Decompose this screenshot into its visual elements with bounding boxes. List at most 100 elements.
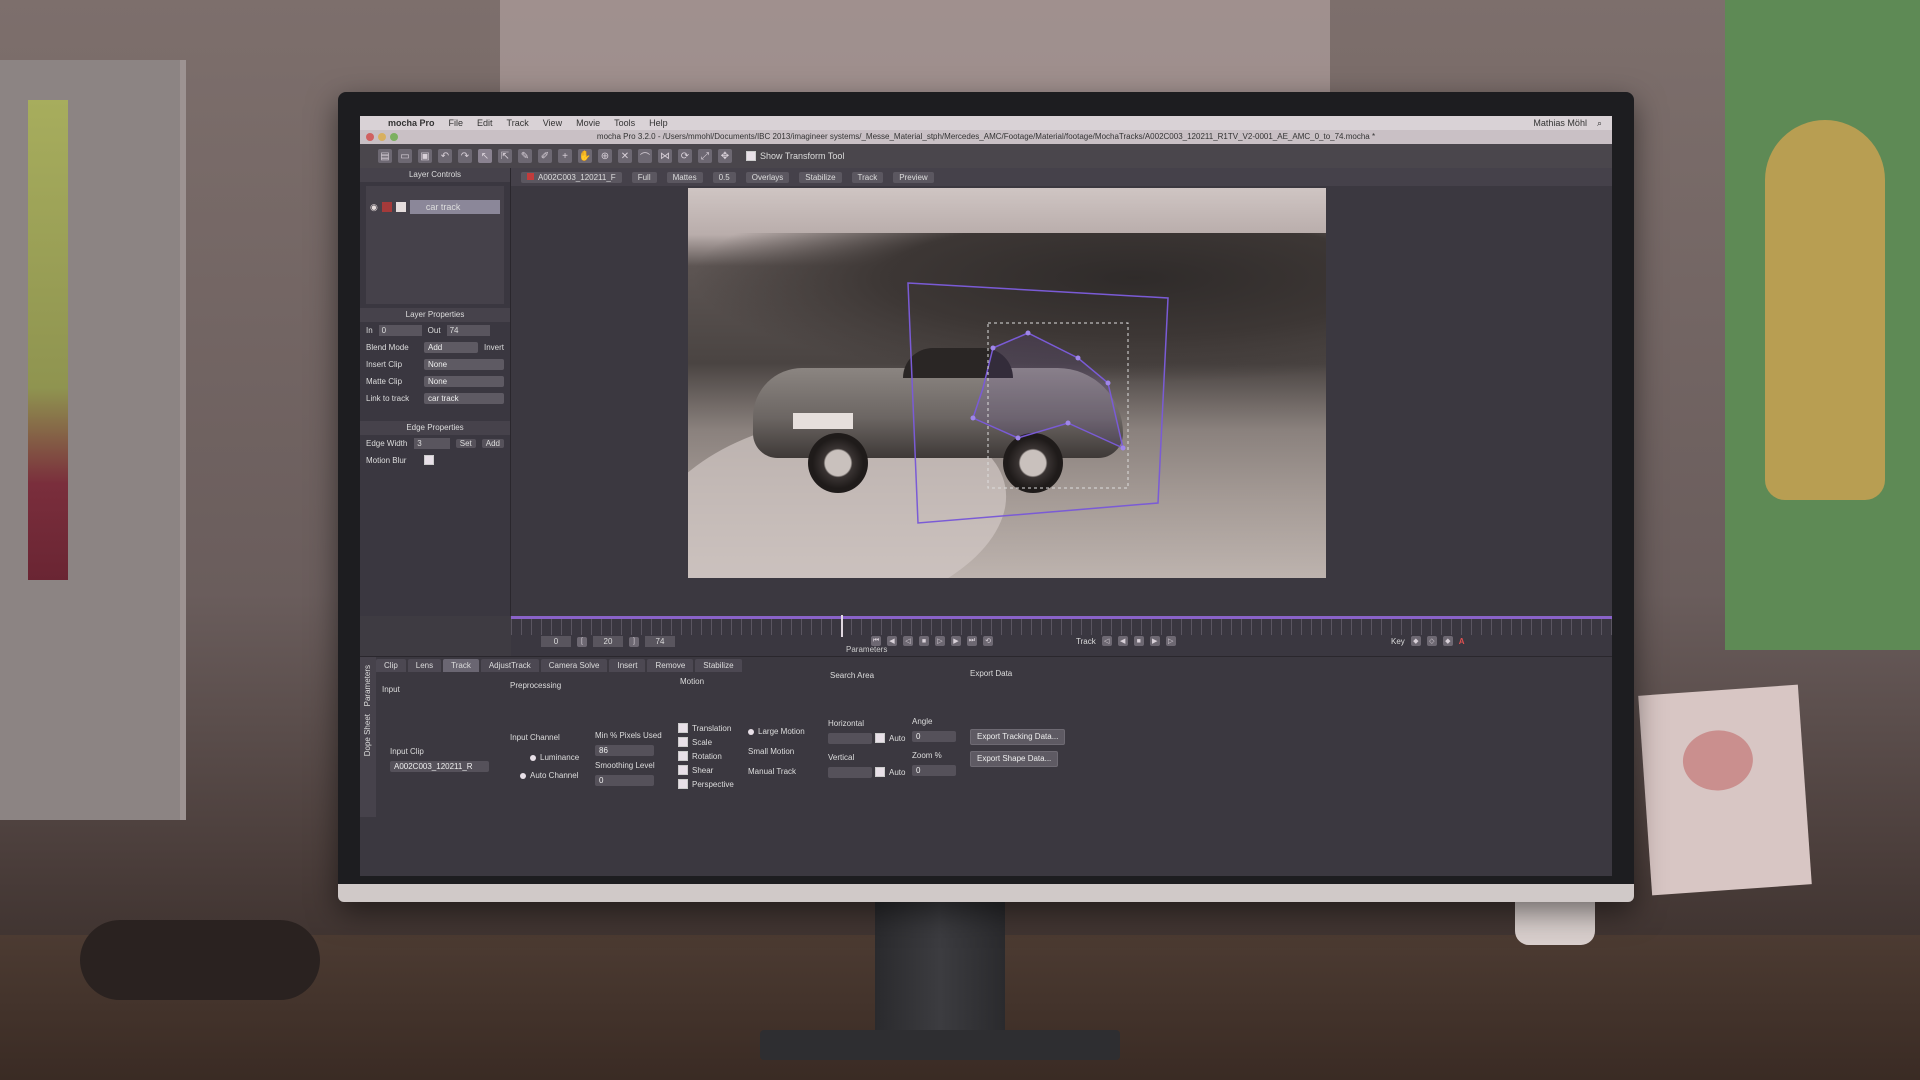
zoom-tool-icon[interactable]: ⊕ (598, 149, 612, 163)
track-spline-shape[interactable] (972, 332, 1125, 450)
min-pixels-field[interactable]: 86 (595, 745, 654, 756)
menu-app[interactable]: mocha Pro (388, 118, 435, 128)
resolution-select[interactable]: Full (631, 171, 657, 183)
stabilize-button[interactable]: Stabilize (799, 171, 842, 183)
hand-tool-icon[interactable]: ✋ (578, 149, 592, 163)
playhead[interactable] (841, 615, 843, 637)
save-project-icon[interactable]: ▣ (418, 149, 432, 163)
overlays-button[interactable]: Overlays (745, 171, 790, 183)
scale-option[interactable]: Scale (678, 737, 712, 747)
layer-color-swatch[interactable] (381, 202, 392, 212)
track-view-button[interactable]: Track (851, 171, 884, 183)
add-button[interactable]: Add (481, 439, 504, 448)
tab-remove[interactable]: Remove (647, 659, 694, 672)
horizontal-auto-option[interactable]: Auto (875, 733, 905, 743)
pick-tool-icon[interactable]: ↖ (478, 149, 492, 163)
horizontal-field[interactable] (828, 733, 872, 744)
menu-track[interactable]: Track (507, 118, 529, 128)
manual-track-option[interactable]: Manual Track (748, 767, 796, 776)
spline-point[interactable] (1120, 445, 1126, 451)
footage-frame[interactable] (688, 188, 1326, 578)
scale-icon[interactable]: ⤢ (698, 149, 712, 163)
horizontal-auto-checkbox[interactable] (875, 733, 885, 743)
layer-row[interactable]: ◉ car track (370, 200, 500, 214)
search-icon[interactable]: ⌕ (1597, 118, 1602, 129)
redo-icon[interactable]: ↷ (458, 149, 472, 163)
tab-lens[interactable]: Lens (407, 659, 442, 672)
rotate-icon[interactable]: ⟳ (678, 149, 692, 163)
perspective-checkbox[interactable] (678, 779, 688, 789)
insert-clip-select[interactable]: None (424, 359, 504, 370)
track-backward-icon[interactable]: ◁ (1101, 636, 1112, 646)
step-forward-icon[interactable]: ▶ (951, 636, 961, 646)
add-key-icon[interactable]: ◇ (1426, 636, 1437, 646)
spline-point[interactable] (1075, 355, 1081, 361)
layer-name[interactable]: car track (409, 200, 500, 214)
open-project-icon[interactable]: ▭ (398, 149, 412, 163)
tab-camera-solve[interactable]: Camera Solve (540, 659, 608, 672)
step-back-icon[interactable]: ◀ (887, 636, 897, 646)
spline-point[interactable] (1015, 435, 1021, 441)
spline-point[interactable] (1025, 330, 1031, 336)
tab-stabilize[interactable]: Stabilize (695, 659, 742, 672)
play-back-icon[interactable]: ◁ (903, 636, 913, 646)
out-field[interactable]: 74 (446, 325, 490, 336)
menu-edit[interactable]: Edit (477, 118, 493, 128)
track-forward-icon[interactable]: ▷ (1165, 636, 1176, 646)
menu-movie[interactable]: Movie (576, 118, 600, 128)
auto-key-button[interactable]: A (1459, 637, 1465, 646)
spline-x-icon[interactable]: ✕ (618, 149, 632, 163)
set-in-icon[interactable]: [ (577, 636, 587, 647)
out-point-field[interactable]: 74 (645, 636, 675, 647)
tab-clip[interactable]: Clip (376, 659, 406, 672)
close-button[interactable] (366, 133, 374, 141)
select-tool-icon[interactable]: ⇱ (498, 149, 512, 163)
vertical-auto-option[interactable]: Auto (875, 767, 905, 777)
large-motion-radio[interactable] (748, 728, 754, 735)
in-point-field[interactable]: 0 (541, 636, 571, 647)
track-stop-icon[interactable]: ■ (1133, 636, 1144, 646)
auto-channel-radio[interactable] (520, 772, 526, 779)
spline-bezier-icon[interactable]: ⌒ (638, 149, 652, 164)
add-point-icon[interactable]: + (558, 149, 572, 163)
export-shape-button[interactable]: Export Shape Data... (970, 751, 1059, 767)
link-track-select[interactable]: car track (424, 393, 504, 404)
zoom-field[interactable]: 0 (912, 765, 956, 776)
mattes-button[interactable]: Mattes (666, 171, 703, 183)
large-motion-option[interactable]: Large Motion (748, 727, 805, 736)
luminance-option[interactable]: Luminance (530, 753, 579, 762)
track-back-frame-icon[interactable]: ◀ (1117, 636, 1128, 646)
spline-point[interactable] (1105, 380, 1111, 386)
show-transform-toggle[interactable]: Show Transform Tool (746, 151, 844, 161)
play-icon[interactable]: ▷ (935, 636, 945, 646)
motion-blur-checkbox[interactable] (424, 455, 434, 465)
move-icon[interactable]: ✥ (718, 149, 732, 163)
angle-field[interactable]: 0 (912, 731, 956, 742)
tab-insert[interactable]: Insert (609, 659, 646, 672)
input-clip-select[interactable]: A002C003_120211_R (390, 761, 489, 772)
menu-help[interactable]: Help (649, 118, 668, 128)
small-motion-option[interactable]: Small Motion (748, 747, 794, 756)
vertical-field[interactable] (828, 767, 872, 778)
next-key-icon[interactable]: ◆ (1442, 636, 1453, 646)
show-transform-checkbox[interactable] (746, 151, 756, 161)
eye-icon[interactable]: ◉ (370, 202, 378, 213)
undo-icon[interactable]: ↶ (438, 149, 452, 163)
view-clip-select[interactable]: A002C003_120211_F (521, 171, 622, 183)
perspective-option[interactable]: Perspective (678, 779, 734, 789)
current-frame-field[interactable]: 20 (593, 636, 623, 647)
vertical-auto-checkbox[interactable] (875, 767, 885, 777)
viewer[interactable] (511, 186, 1612, 616)
spline-point[interactable] (990, 345, 996, 351)
shear-option[interactable]: Shear (678, 765, 713, 775)
shear-checkbox[interactable] (678, 765, 688, 775)
tab-parameters[interactable]: Parameters (363, 665, 372, 706)
auto-channel-option[interactable]: Auto Channel (520, 771, 578, 780)
invert-label[interactable]: Invert (484, 343, 504, 352)
spline-tool-icon[interactable]: ✎ (518, 149, 532, 163)
blend-mode-select[interactable]: Add (424, 342, 478, 353)
minimize-button[interactable] (378, 133, 386, 141)
luminance-radio[interactable] (530, 754, 536, 761)
spline-point[interactable] (1065, 420, 1071, 426)
set-button[interactable]: Set (455, 439, 476, 448)
